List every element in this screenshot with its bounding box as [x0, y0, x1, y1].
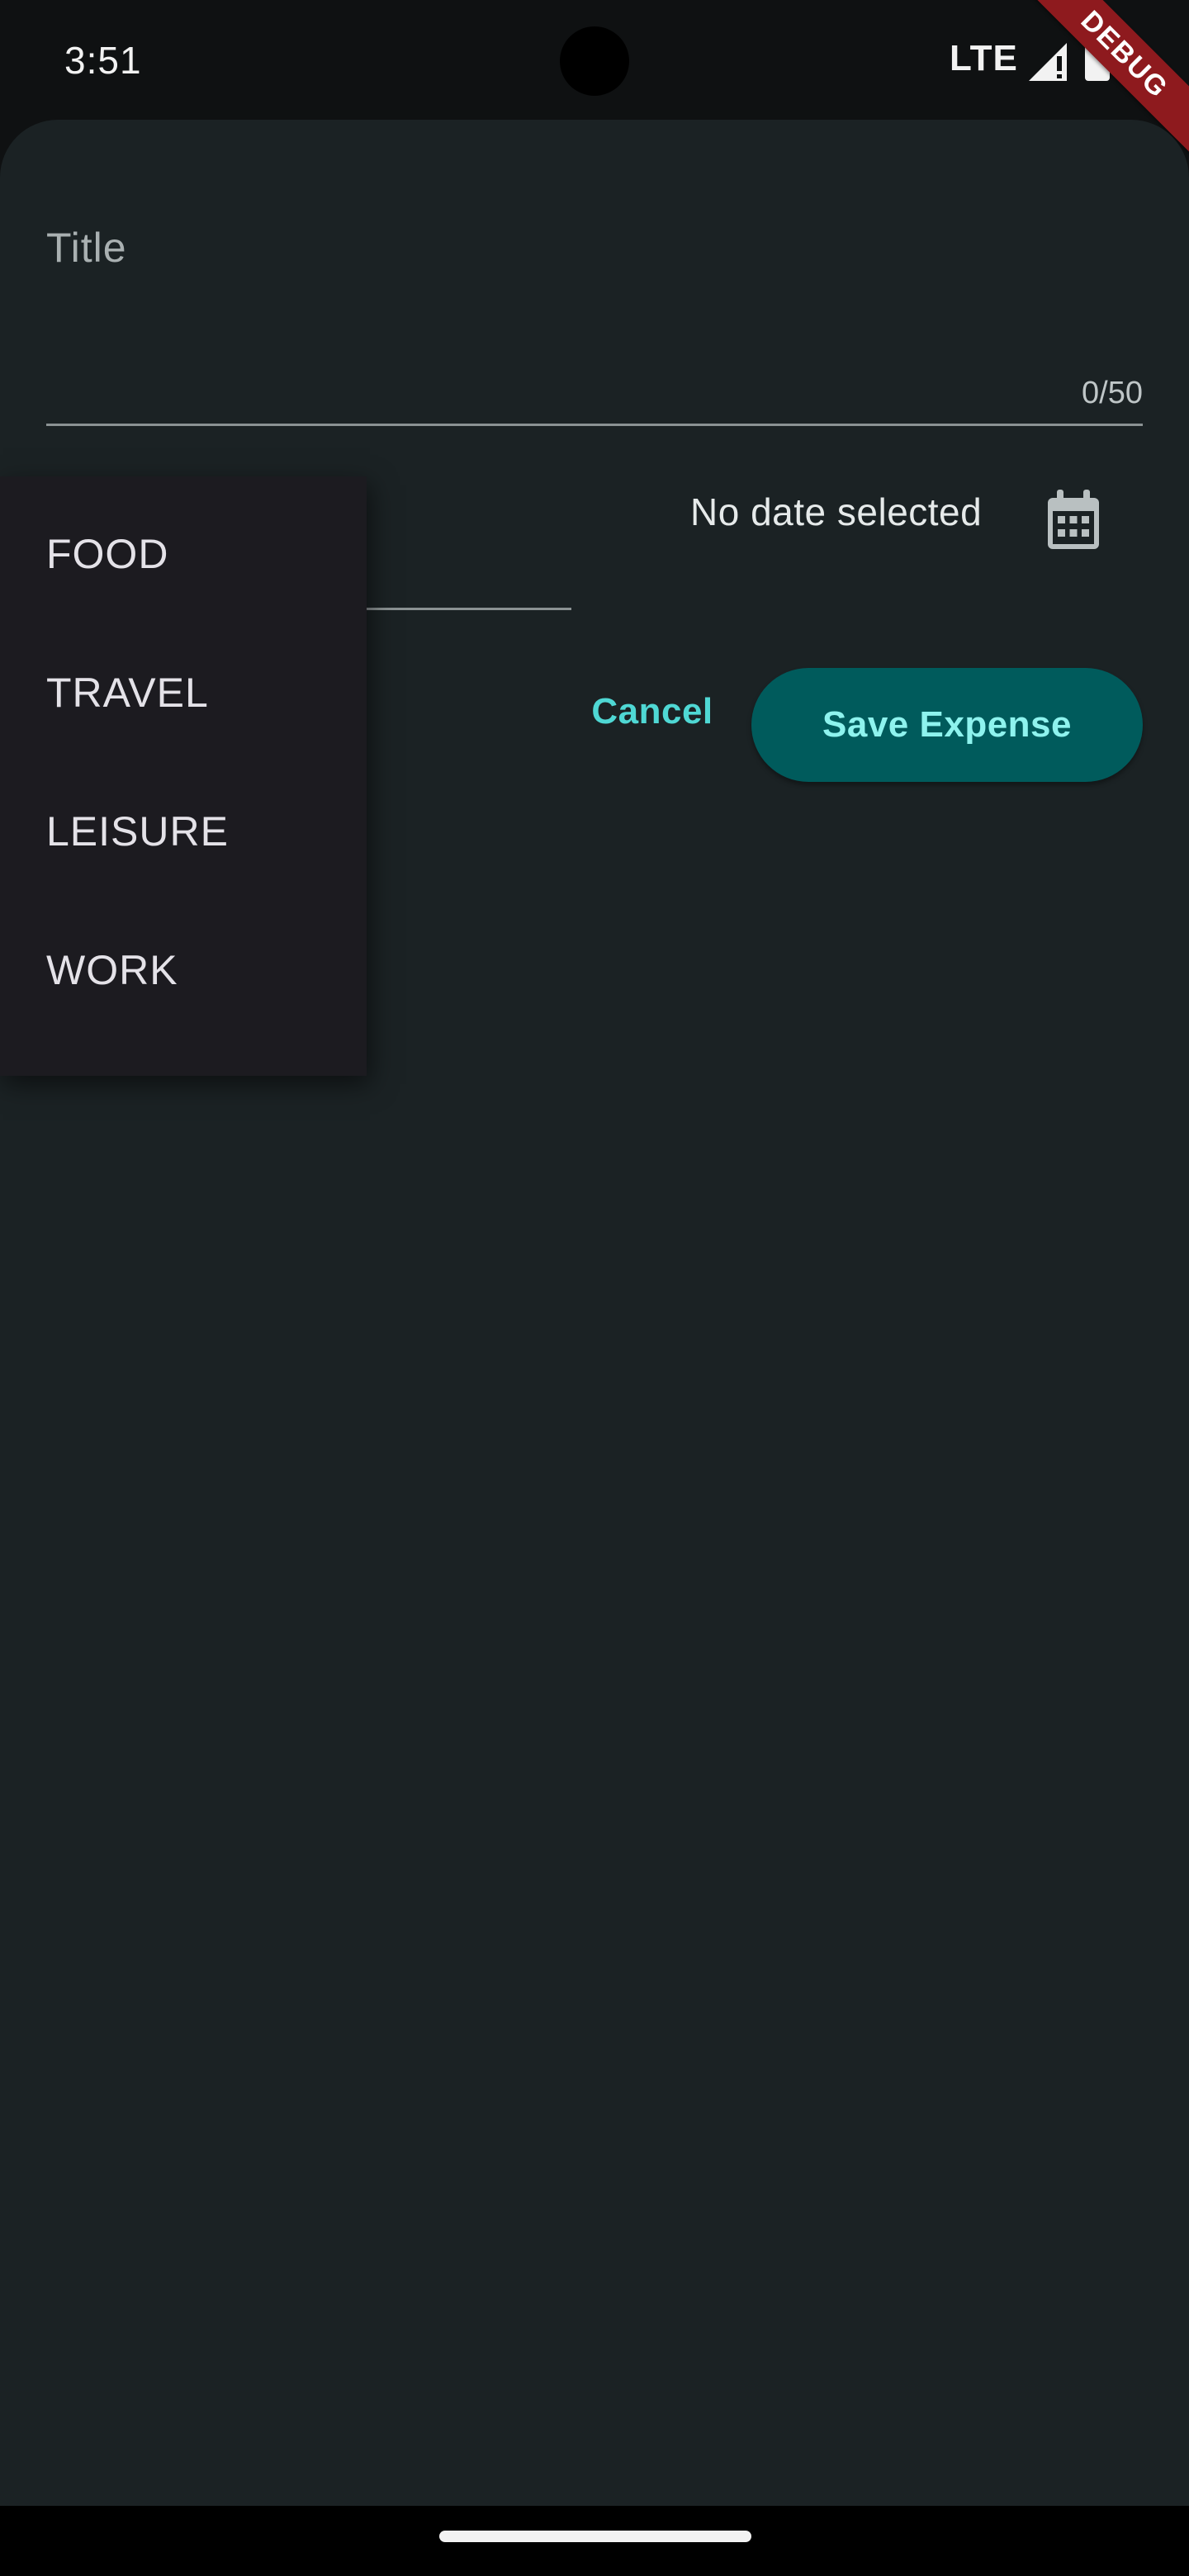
- save-expense-button[interactable]: Save Expense: [751, 668, 1143, 782]
- category-option-leisure[interactable]: LEISURE: [0, 762, 367, 901]
- calendar-icon: [1048, 490, 1099, 549]
- new-expense-sheet: 0/50 No date selected Cancel Save Expens…: [0, 120, 1189, 2506]
- category-option-work[interactable]: WORK: [0, 901, 367, 1039]
- status-bar: 3:51 LTE DEBUG: [0, 0, 1189, 182]
- system-navigation-bar: [0, 2506, 1189, 2576]
- category-dropdown-menu: FOOD TRAVEL LEISURE WORK: [0, 476, 367, 1076]
- camera-cutout: [560, 26, 629, 96]
- pick-date-button[interactable]: [1024, 475, 1123, 566]
- status-time: 3:51: [64, 39, 142, 82]
- cancel-button[interactable]: Cancel: [570, 666, 735, 757]
- title-field: [46, 194, 1143, 426]
- selected-date-label: No date selected: [690, 490, 983, 533]
- title-underline: [46, 424, 1143, 426]
- network-type: LTE: [950, 38, 1018, 78]
- home-gesture-handle[interactable]: [439, 2531, 751, 2542]
- cell-signal-icon: [1029, 43, 1067, 81]
- character-counter: 0/50: [1082, 376, 1143, 410]
- title-input[interactable]: [46, 194, 1143, 301]
- screen: 3:51 LTE DEBUG 0/50 No date selected: [0, 0, 1189, 2576]
- category-option-food[interactable]: FOOD: [0, 485, 367, 623]
- category-option-travel[interactable]: TRAVEL: [0, 623, 367, 762]
